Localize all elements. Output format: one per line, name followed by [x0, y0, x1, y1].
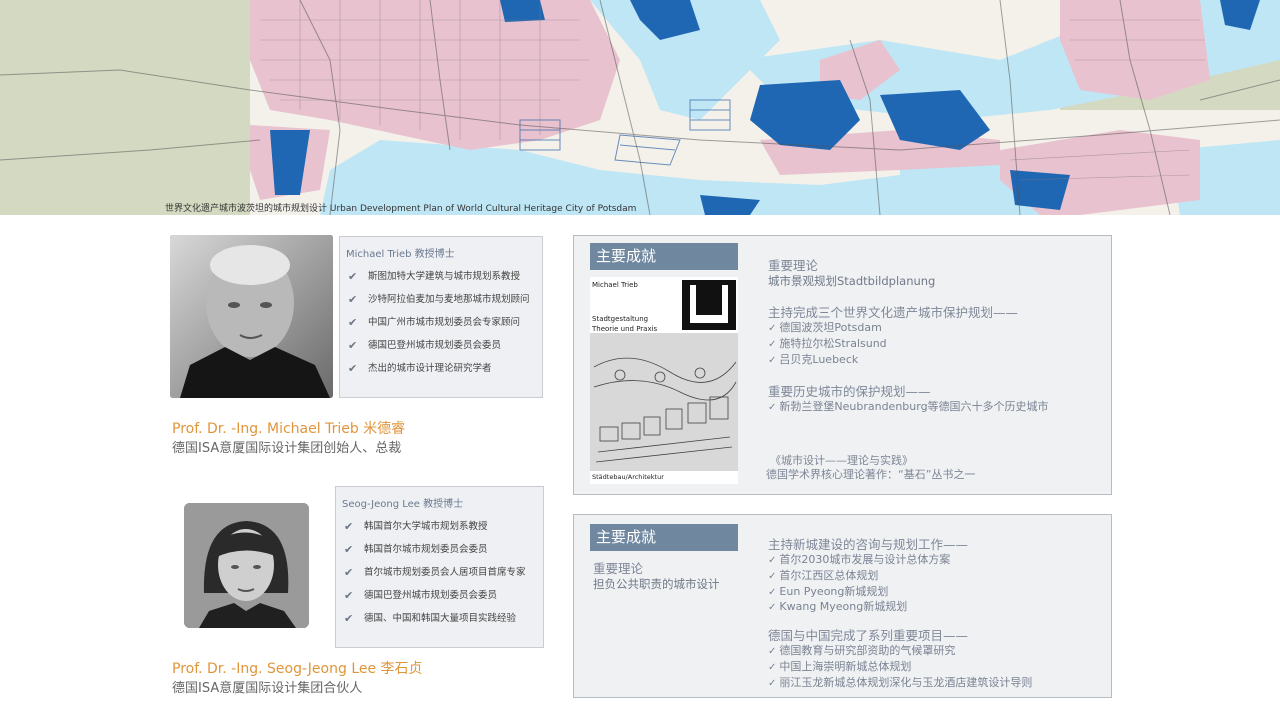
- banner-caption: 世界文化遗产城市波茨坦的城市规划设计 Urban Development Pla…: [165, 204, 637, 214]
- check-icon: ✓: [768, 402, 777, 414]
- achievement-item: ✓ 首尔江西区总体规划: [768, 568, 879, 582]
- check-icon: ✓: [768, 323, 777, 334]
- panel2-theory: 重要理论 担负公共职责的城市设计: [593, 561, 720, 592]
- list-item: ✔ 首尔城市规划委员会人居项目首席专家: [342, 564, 537, 587]
- profile-name: Prof. Dr. -Ing. Michael Trieb 米德睿: [172, 421, 406, 437]
- check-icon: ✔: [348, 316, 358, 329]
- profile-card-lee: Seog-Jeong Lee 教授博士 ✔ 韩国首尔大学城市规划系教授 ✔ 韩国首尔…: [335, 486, 544, 648]
- banner-map: 世界文化遗产城市波茨坦的城市规划设计 Urban Development Pla…: [0, 0, 1280, 215]
- portrait-photo: [184, 503, 309, 628]
- profile-role: 德国ISA意厦国际设计集团合伙人: [172, 681, 363, 696]
- achievement-block: 主持新城建设的咨询与规划工作—— ✓ 首尔2030城市发展与设计总体方案 ✓ 首尔江…: [768, 537, 1032, 616]
- check-icon: ✔: [344, 612, 354, 625]
- list-item: ✔ 中国广州市城市规划委员会专家顾问: [346, 314, 536, 337]
- achievement-item: ✓ 施特拉尔松Stralsund: [768, 336, 887, 350]
- list-item: ✔ 杰出的城市设计理论研究学者: [346, 360, 536, 383]
- card-title: Seog-Jeong Lee 教授博士: [342, 499, 464, 510]
- achievement-block: 德国与中国完成了系列重要项目—— ✓ 德国教育与研究部资助的气候罩研究 ✓ 中国上海…: [768, 628, 1032, 691]
- check-icon: ✔: [348, 339, 358, 352]
- theory-heading: 重要理论: [593, 561, 644, 576]
- profile-role: 德国ISA意厦国际设计集团创始人、总裁: [172, 441, 402, 456]
- quote-desc: 德国学术界核心理论著作：“基石”丛书之一: [766, 468, 976, 481]
- book-cover-illustration: [590, 280, 738, 471]
- check-icon: ✔: [348, 270, 358, 283]
- book-subtitle: Theorie und Praxis: [592, 325, 658, 333]
- achievement-item: ✓ 吕贝克Luebeck: [768, 352, 859, 366]
- book-title: Stadtgestaltung: [592, 315, 649, 323]
- achievement-item: ✓ 德国教育与研究部资助的气候罩研究: [768, 644, 956, 658]
- profile-photo-lee: [184, 503, 309, 628]
- credential-list: ✔ 韩国首尔大学城市规划系教授 ✔ 韩国首尔城市规划委员会委员 ✔ 首尔城市规划委员会…: [342, 518, 537, 633]
- achievement-item: ✓ 首尔2030城市发展与设计总体方案: [768, 553, 951, 566]
- check-icon: ✓: [768, 586, 777, 598]
- achievement-item: ✓ Eun Pyeong新城规划: [768, 584, 889, 598]
- portrait-photo: [170, 235, 333, 398]
- check-icon: ✓: [768, 570, 777, 582]
- achievement-heading: 主持新城建设的咨询与规划工作——: [768, 537, 969, 552]
- list-item: ✔ 斯图加特大学建筑与城市规划系教授: [346, 268, 536, 291]
- profile-card-trieb: Michael Trieb 教授博士 ✔ 斯图加特大学建筑与城市规划系教授 ✔ 沙特…: [339, 236, 543, 398]
- city-map-image: [0, 0, 1280, 215]
- theory-line: 担负公共职责的城市设计: [593, 577, 720, 591]
- panel2-achievements: 主持新城建设的咨询与规划工作—— ✓ 首尔2030城市发展与设计总体方案 ✓ 首尔江…: [768, 537, 1032, 692]
- check-icon: ✔: [348, 293, 358, 306]
- list-item: ✔ 德国、中国和韩国大量项目实践经验: [342, 610, 537, 633]
- achievement-block: 重要历史城市的保护规划—— ✓ 新勃兰登堡Neubrandenburg等德国六十多…: [768, 384, 1049, 416]
- check-icon: ✓: [768, 338, 777, 350]
- achievement-heading: 德国与中国完成了系列重要项目——: [768, 628, 969, 644]
- check-icon: ✓: [768, 661, 777, 673]
- section-tag: 主要成就: [590, 243, 738, 270]
- credential-list: ✔ 斯图加特大学建筑与城市规划系教授 ✔ 沙特阿拉伯麦加与麦地那城市规划顾问 ✔ 中国…: [346, 268, 536, 383]
- achievement-item: ✓ 新勃兰登堡Neubrandenburg等德国六十多个历史城市: [768, 400, 1049, 414]
- book-series: Städtebau/Architektur: [592, 473, 664, 481]
- achievement-item: ✓ 丽江玉龙新城总体规划深化与玉龙酒店建筑设计导则: [768, 675, 1033, 689]
- check-icon: ✓: [768, 555, 777, 566]
- achievement-heading: 重要历史城市的保护规划——: [768, 384, 931, 400]
- list-item: ✔ 德国巴登州城市规划委员会委员: [342, 587, 537, 610]
- check-icon: ✓: [768, 354, 777, 366]
- profile-name: Prof. Dr. -Ing. Seog-Jeong Lee 李石贞: [172, 661, 423, 677]
- check-icon: ✔: [348, 362, 358, 375]
- check-icon: ✔: [344, 543, 354, 556]
- achievement-line: 城市景观规划Stadtbildplanung: [768, 274, 936, 288]
- check-icon: ✓: [768, 646, 777, 658]
- check-icon: ✔: [344, 520, 354, 533]
- achievement-item: ✓ 中国上海崇明新城总体规划: [768, 659, 912, 673]
- achievement-item: ✓ 德国波茨坦Potsdam: [768, 321, 882, 334]
- book-cover: Michael Trieb Stadtgestaltung Theorie un…: [590, 277, 738, 484]
- list-item: ✔ 韩国首尔城市规划委员会委员: [342, 541, 537, 564]
- list-item: ✔ 德国巴登州城市规划委员会委员: [346, 337, 536, 360]
- achievement-item: ✓ Kwang Myeong新城规划: [768, 600, 908, 614]
- book-author: Michael Trieb: [592, 281, 638, 289]
- check-icon: ✔: [344, 589, 354, 602]
- check-icon: ✔: [344, 566, 354, 579]
- check-icon: ✓: [768, 602, 777, 614]
- achievement-heading: 主持完成三个世界文化遗产城市保护规划——: [768, 305, 1019, 320]
- section-tag: 主要成就: [590, 524, 738, 551]
- achievement-heading: 重要理论: [768, 258, 819, 273]
- achievement-block: 重要理论 城市景观规划Stadtbildplanung: [768, 258, 1049, 289]
- quote-title: 《城市设计——理论与实践》: [770, 454, 913, 467]
- profile-photo-trieb: [170, 235, 333, 398]
- panel1-achievements: 重要理论 城市景观规划Stadtbildplanung 主持完成三个世界文化遗产…: [768, 258, 1049, 432]
- achievement-block: 主持完成三个世界文化遗产城市保护规划—— ✓ 德国波茨坦Potsdam ✓ 施特拉尔…: [768, 305, 1049, 368]
- list-item: ✔ 韩国首尔大学城市规划系教授: [342, 518, 537, 541]
- book-quote: 《城市设计——理论与实践》 德国学术界核心理论著作：“基石”丛书之一: [766, 454, 975, 482]
- check-icon: ✓: [768, 677, 777, 689]
- list-item: ✔ 沙特阿拉伯麦加与麦地那城市规划顾问: [346, 291, 536, 314]
- card-title: Michael Trieb 教授博士: [346, 249, 455, 260]
